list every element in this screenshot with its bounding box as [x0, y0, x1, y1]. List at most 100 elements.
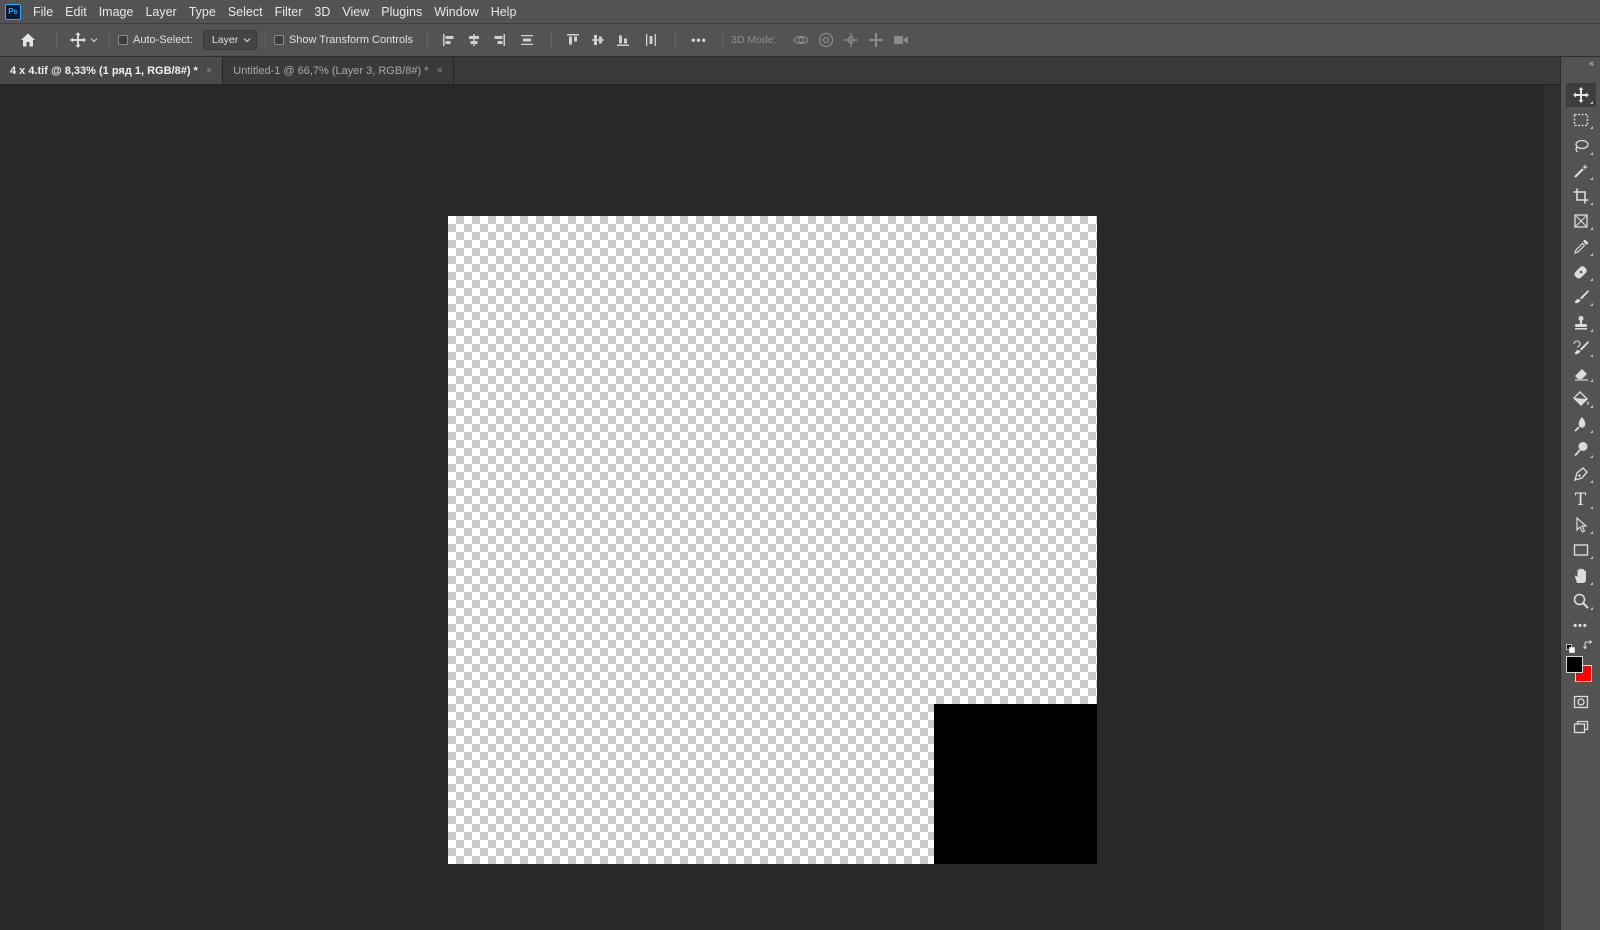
brush-tool[interactable] [1566, 285, 1596, 309]
rectangle-tool[interactable] [1566, 538, 1596, 562]
screen-mode-icon [1573, 720, 1588, 733]
align-bottom-edges-button[interactable] [610, 28, 635, 52]
healing-brush-tool-icon [1573, 266, 1587, 279]
hand-tool-icon [1574, 568, 1586, 583]
show-transform-controls-box[interactable] [273, 35, 284, 45]
align-vertical-centers-button[interactable] [585, 28, 610, 52]
show-transform-controls-checkbox[interactable]: Show Transform Controls [273, 34, 413, 46]
more-options-button[interactable]: ••• [684, 28, 714, 52]
align-right-icon [494, 34, 505, 46]
dodge-tool[interactable] [1566, 437, 1596, 461]
hand-tool[interactable] [1566, 564, 1596, 588]
tool-preset-picker[interactable] [65, 28, 101, 52]
options-separator [109, 30, 110, 50]
menu-bar: Ps File Edit Image Layer Type Select Fil… [0, 0, 1600, 24]
menu-type[interactable]: Type [183, 1, 222, 23]
frame-tool-icon [1573, 214, 1588, 229]
align-horizontal-center-icon [468, 34, 479, 46]
menu-window[interactable]: Window [428, 1, 484, 23]
align-top-edges-button[interactable] [560, 28, 585, 52]
menu-file[interactable]: File [27, 1, 59, 23]
tab-close-icon[interactable]: × [436, 65, 442, 77]
menu-image[interactable]: Image [93, 1, 140, 23]
collapse-panel-icon[interactable]: « [1561, 57, 1600, 69]
blur-tool[interactable] [1566, 412, 1596, 436]
frame-tool[interactable] [1566, 209, 1596, 233]
edit-toolbar-button[interactable]: ••• [1566, 614, 1596, 638]
tab-label: Untitled-1 @ 66,7% (Layer 3, RGB/8#) * [233, 64, 429, 77]
tab-4x4-tif[interactable]: 4 x 4.tif @ 8,33% (1 ряд 1, RGB/8#) * × [0, 57, 224, 84]
align-horizontal-centers-button[interactable] [461, 28, 486, 52]
history-brush-tool[interactable] [1566, 336, 1596, 360]
tab-untitled-1[interactable]: Untitled-1 @ 66,7% (Layer 3, RGB/8#) * × [223, 57, 454, 84]
tab-label: 4 x 4.tif @ 8,33% (1 ряд 1, RGB/8#) * [10, 64, 198, 77]
magic-wand-tool[interactable] [1566, 159, 1596, 183]
default-colors-icon[interactable] [1566, 642, 1575, 653]
screen-mode-button[interactable] [1566, 715, 1596, 739]
3d-slide-button[interactable] [864, 28, 889, 52]
marquee-tool[interactable] [1566, 108, 1596, 132]
distribute-horizontal-button[interactable] [635, 28, 667, 52]
align-right-edges-button[interactable] [486, 28, 511, 52]
eyedropper-tool-icon [1573, 239, 1588, 254]
lasso-tool[interactable] [1566, 134, 1596, 158]
paint-bucket-tool[interactable] [1566, 387, 1596, 411]
move-tool[interactable] [1565, 83, 1596, 107]
3d-roll-icon [818, 32, 834, 48]
clone-stamp-tool[interactable] [1566, 311, 1596, 335]
dodge-tool-icon [1573, 442, 1587, 457]
3d-pan-button[interactable] [839, 28, 864, 52]
foreground-color-swatch[interactable] [1566, 655, 1583, 673]
home-button[interactable] [8, 28, 48, 52]
menu-help[interactable]: Help [485, 1, 523, 23]
menu-view[interactable]: View [336, 1, 375, 23]
eyedropper-tool[interactable] [1566, 235, 1596, 259]
vertical-scrollbar[interactable] [1542, 85, 1560, 930]
type-tool-icon: T [1574, 489, 1587, 510]
blur-tool-icon [1573, 416, 1585, 432]
menu-filter[interactable]: Filter [269, 1, 309, 23]
document-canvas[interactable] [448, 216, 1097, 864]
crop-tool[interactable] [1566, 184, 1596, 208]
lasso-tool-icon [1574, 139, 1589, 153]
move-tool-icon [69, 32, 86, 48]
align-top-icon [566, 34, 579, 45]
menu-edit[interactable]: Edit [59, 1, 93, 23]
3d-mode-label: 3D Mode: [731, 34, 777, 46]
distribute-vertical-button[interactable] [511, 28, 543, 52]
move-tool-icon [1572, 87, 1589, 103]
3d-scale-button[interactable] [889, 28, 914, 52]
3d-roll-button[interactable] [814, 28, 839, 52]
edit-toolbar-icon: ••• [1573, 620, 1588, 633]
clone-stamp-tool-icon [1574, 315, 1587, 330]
tools-panel: « T ••• [1560, 57, 1600, 930]
black-square-layer[interactable] [934, 704, 1097, 864]
auto-select-checkbox[interactable]: Auto-Select: [118, 34, 193, 46]
zoom-tool[interactable] [1566, 589, 1596, 613]
crop-tool-icon [1573, 188, 1588, 204]
healing-brush-tool[interactable] [1566, 260, 1596, 284]
options-separator [427, 30, 429, 50]
tab-close-icon[interactable]: × [206, 65, 212, 77]
menu-layer[interactable]: Layer [139, 1, 182, 23]
history-brush-tool-icon [1572, 340, 1589, 355]
align-left-edges-button[interactable] [436, 28, 461, 52]
auto-select-target-value: Layer [211, 34, 239, 46]
quick-mask-button[interactable] [1566, 690, 1596, 714]
eraser-tool-icon [1574, 369, 1588, 381]
auto-select-target-dropdown[interactable]: Layer [202, 30, 257, 50]
menu-select[interactable]: Select [222, 1, 269, 23]
path-selection-tool[interactable] [1566, 513, 1596, 537]
marquee-tool-icon [1573, 114, 1588, 127]
pen-tool[interactable] [1566, 462, 1596, 486]
distribute-horizontal-icon [646, 34, 657, 46]
type-tool[interactable]: T [1566, 488, 1596, 512]
swap-colors-icon[interactable] [1583, 639, 1593, 653]
menu-3d[interactable]: 3D [308, 1, 336, 23]
auto-select-checkbox-box[interactable] [118, 35, 128, 45]
paint-bucket-tool-icon [1572, 390, 1589, 406]
distribute-vertical-icon [521, 35, 534, 45]
3d-orbit-button[interactable] [789, 28, 814, 52]
menu-plugins[interactable]: Plugins [375, 1, 428, 23]
eraser-tool[interactable] [1566, 361, 1596, 385]
